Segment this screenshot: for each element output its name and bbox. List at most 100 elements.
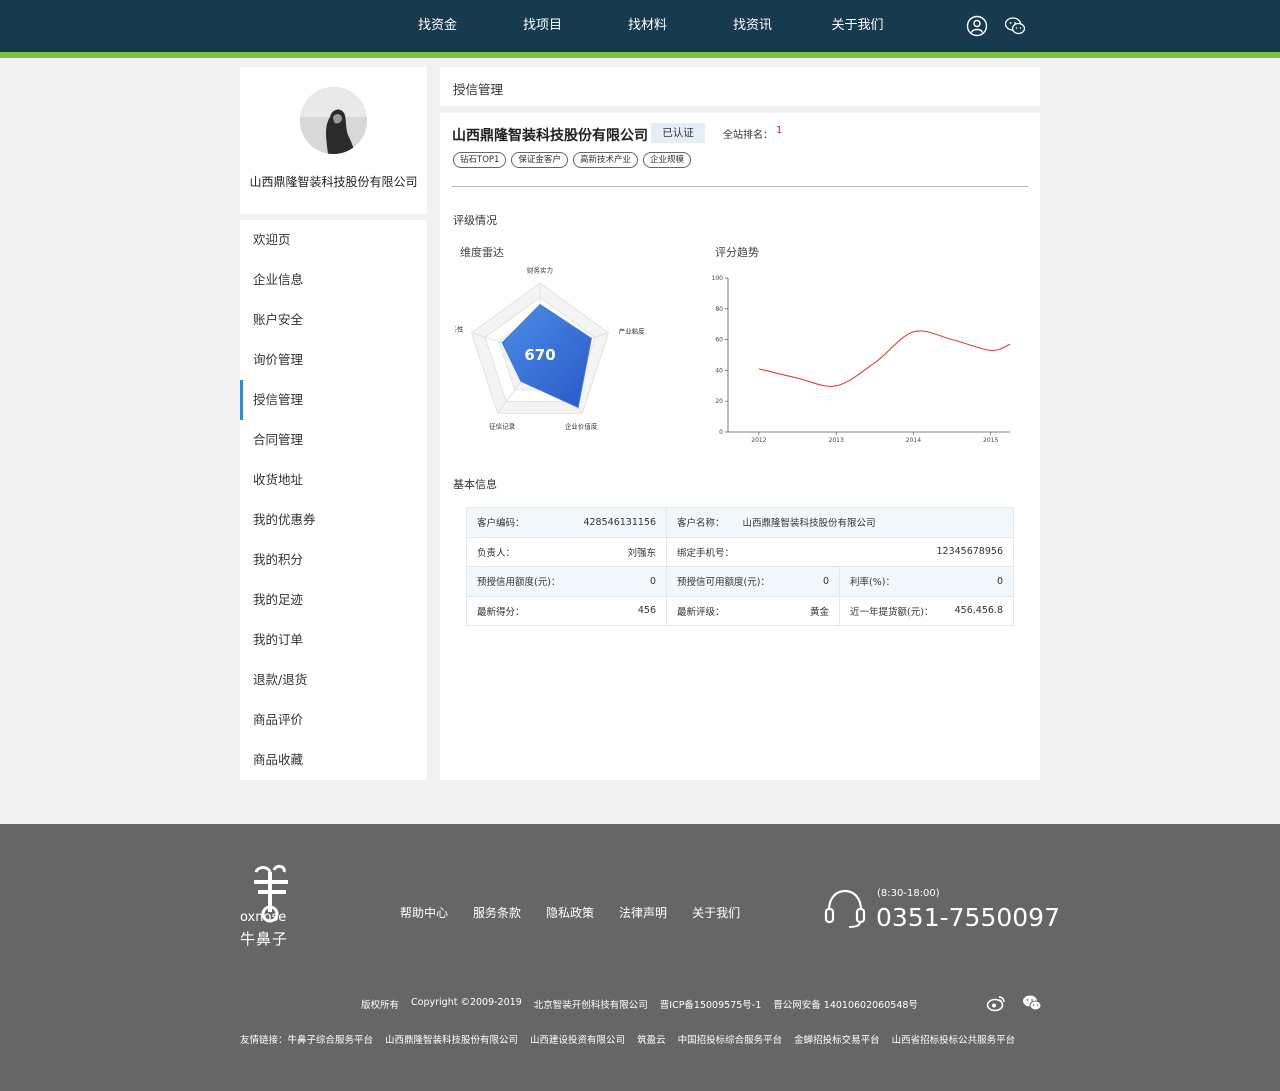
main-nav: 找资金 找项目 找材料 找资讯 关于我们: [385, 0, 910, 52]
table-row: 负责人： 刘强东 绑定手机号： 12345678956: [466, 536, 1014, 567]
avatar[interactable]: [300, 87, 367, 154]
sidebar-item-contracts[interactable]: 合同管理: [240, 420, 427, 460]
footer-link-about[interactable]: 关于我们: [692, 904, 740, 921]
rank-value: 1: [776, 125, 783, 136]
sidebar-item-points[interactable]: 我的积分: [240, 540, 427, 580]
x-tick-label: 2013: [829, 437, 844, 444]
customer-code-label: 客户编码：: [477, 518, 525, 530]
navbar-accent-stripe: [0, 52, 1280, 58]
wechat-icon[interactable]: [1004, 15, 1026, 37]
radar-center-value: 670: [524, 346, 555, 364]
x-tick-label: 2014: [906, 437, 921, 444]
y-tick-label: 100: [712, 275, 724, 282]
nav-find-news[interactable]: 找资讯: [700, 0, 805, 52]
sidebar-item-account-security[interactable]: 账户安全: [240, 300, 427, 340]
available-credit-value: 0: [822, 575, 829, 587]
footer-wechat-icon[interactable]: [1022, 994, 1042, 1012]
copyright-label: 版权所有: [361, 1000, 400, 1011]
latest-score-label: 最新得分：: [477, 606, 525, 618]
x-tick-label: 2015: [983, 437, 998, 444]
manager-value: 刘强东: [627, 547, 656, 559]
verified-badge: 已认证: [651, 123, 705, 143]
friend-link[interactable]: 山西建设投资有限公司: [530, 1032, 625, 1046]
y-tick-label: 40: [715, 367, 723, 374]
sidebar-menu: 欢迎页 企业信息 账户安全 询价管理 授信管理 合同管理 收货地址 我的优惠券 …: [240, 220, 427, 780]
friend-link[interactable]: 山西鼎隆智装科技股份有限公司: [385, 1032, 518, 1046]
rating-section-title: 评级情况: [453, 214, 497, 227]
customer-name-value: 山西鼎隆智装科技股份有限公司: [742, 518, 876, 530]
tag-deposit-client: 保证金客户: [511, 152, 568, 168]
sidebar-item-reviews[interactable]: 商品评价: [240, 700, 427, 740]
sidebar-item-favorites[interactable]: 商品收藏: [240, 740, 427, 780]
logo-text: 牛鼻子: [240, 930, 289, 948]
table-row: 客户编码： 428546131156 客户名称： 山西鼎隆智装科技股份有限公司: [466, 507, 1014, 538]
user-icon[interactable]: [966, 15, 988, 37]
sidebar-item-coupons[interactable]: 我的优惠券: [240, 500, 427, 540]
friend-link[interactable]: 山西省招标投标公共服务平台: [892, 1032, 1016, 1046]
latest-score-value: 456: [637, 605, 656, 617]
nav-about-us[interactable]: 关于我们: [805, 0, 910, 52]
main-header: 授信管理: [440, 67, 1040, 106]
rank-label: 全站排名：: [723, 130, 773, 141]
sidebar-item-credit[interactable]: 授信管理: [240, 380, 427, 420]
service-hours: (8:30-18:00): [877, 888, 940, 899]
page-title: 授信管理: [453, 82, 504, 97]
police-record[interactable]: 晋公网安备 14010602060548号: [773, 997, 918, 1011]
customer-name-label: 客户名称：: [677, 518, 725, 530]
annual-pickup-label: 近一年提货额(元)：: [850, 606, 934, 618]
friend-link[interactable]: 筑盈云: [637, 1032, 666, 1046]
weibo-icon[interactable]: [986, 994, 1006, 1012]
profile-card: 山西鼎隆智装科技股份有限公司: [240, 67, 427, 214]
radar-chart-title: 维度雷达: [460, 246, 504, 259]
latest-rating-label: 最新评级：: [677, 606, 725, 618]
nav-find-materials[interactable]: 找材料: [595, 0, 700, 52]
footer-link-legal[interactable]: 法律声明: [619, 904, 667, 921]
sidebar-item-welcome[interactable]: 欢迎页: [240, 220, 427, 260]
top-navbar: 找资金 找项目 找材料 找资讯 关于我们: [0, 0, 1280, 52]
y-tick-label: 80: [715, 306, 723, 313]
interest-rate-label: 利率(%)：: [850, 577, 895, 589]
radar-axis-label: 产业粘度: [619, 326, 646, 335]
footer-link-terms[interactable]: 服务条款: [473, 904, 521, 921]
friend-link[interactable]: 中国招投标综合服务平台: [678, 1032, 783, 1046]
radar-axis-label: 征信记录: [489, 422, 516, 431]
y-tick-label: 60: [715, 337, 723, 344]
radar-axis-label: 财务实力: [527, 266, 553, 275]
radar-chart: 670 财务实力产业粘度企业价值度 征信记录 成长性: [444, 263, 660, 438]
friend-link[interactable]: 金蝉招投标交易平台: [794, 1032, 880, 1046]
sidebar-item-address[interactable]: 收货地址: [240, 460, 427, 500]
tag-high-tech: 高新技术产业: [572, 152, 638, 168]
company-tags: 钻石TOP1 保证金客户 高新技术产业 企业规模: [453, 152, 691, 168]
available-credit-label: 预授信可用额度(元)：: [677, 577, 770, 589]
footer-link-help[interactable]: 帮助中心: [400, 904, 448, 921]
icp-number[interactable]: 晋ICP备15009575号-1: [660, 997, 762, 1011]
trend-chart-title: 评分趋势: [715, 246, 759, 259]
friend-link[interactable]: 牛鼻子综合服务平台: [288, 1032, 374, 1046]
copyright: 版权所有 Copyright ©2009-2019 北京智装开创科技有限公司 晋…: [361, 997, 918, 1011]
main-content: 山西鼎隆智装科技股份有限公司 已认证 全站排名： 1 钻石TOP1 保证金客户 …: [440, 113, 1040, 780]
sidebar-item-orders[interactable]: 我的订单: [240, 620, 427, 660]
sidebar-item-refunds[interactable]: 退款/退货: [240, 660, 427, 700]
basic-info-table: 客户编码： 428546131156 客户名称： 山西鼎隆智装科技股份有限公司 负责…: [466, 507, 1014, 626]
table-row: 预授信用额度(元)： 0 预授信可用额度(元)： 0 利率(%)： 0: [466, 566, 1014, 597]
manager-label: 负责人：: [477, 547, 516, 559]
pre-credit-limit-value: 0: [649, 575, 656, 587]
interest-rate-value: 0: [996, 575, 1003, 587]
table-row: 最新得分： 456 最新评级： 黄金 近一年提货额(元)： 456,456.8: [466, 595, 1014, 626]
sidebar-item-inquiry[interactable]: 询价管理: [240, 340, 427, 380]
footer: 牛鼻子 oxnose 帮助中心 服务条款 隐私政策 法律声明 关于我们 (8:3…: [0, 824, 1280, 1091]
divider: [452, 186, 1028, 187]
sidebar-item-company-info[interactable]: 企业信息: [240, 260, 427, 300]
nav-find-projects[interactable]: 找项目: [490, 0, 595, 52]
customer-code-value: 428546131156: [583, 516, 656, 528]
latest-rating-value: 黄金: [809, 606, 829, 618]
nav-find-funds[interactable]: 找资金: [385, 0, 490, 52]
sidebar-item-history[interactable]: 我的足迹: [240, 580, 427, 620]
trend-line: [758, 330, 1011, 387]
logo-subtext: oxnose: [240, 910, 287, 925]
radar-axis-label: 企业价值度: [565, 422, 598, 431]
tag-company-scale: 企业规模: [642, 152, 691, 168]
phone-label: 绑定手机号：: [677, 547, 735, 559]
copyright-company: 北京智装开创科技有限公司: [533, 1000, 648, 1011]
footer-link-privacy[interactable]: 隐私政策: [546, 904, 594, 921]
